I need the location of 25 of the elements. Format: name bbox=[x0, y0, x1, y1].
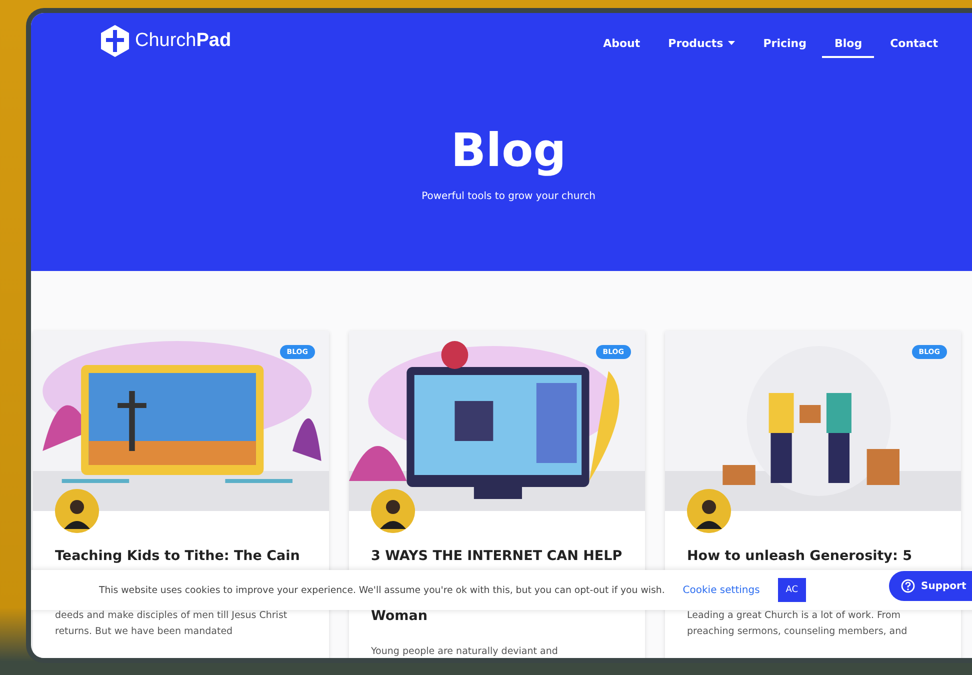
page-subtitle: Powerful tools to grow your church bbox=[420, 191, 596, 202]
nav-link[interactable]: Contact bbox=[878, 30, 950, 58]
post-excerpt: Young people are naturally deviant and bbox=[371, 645, 559, 658]
brand-name[interactable]: ChurchPad bbox=[135, 30, 232, 52]
nav-link[interactable]: Blog bbox=[822, 30, 874, 58]
accept-button[interactable]: AC bbox=[778, 578, 806, 602]
avatar-icon bbox=[687, 489, 731, 533]
post-title[interactable]: Teaching Kids to Tithe: The Cain bbox=[55, 548, 311, 564]
post-title[interactable]: How to unleash Generosity: 5 bbox=[687, 548, 943, 564]
nav-link[interactable]: Products bbox=[656, 30, 748, 58]
post-excerpt: returns. But we have been mandated bbox=[55, 625, 234, 639]
post-title[interactable]: 3 WAYS THE INTERNET CAN HELP bbox=[371, 548, 627, 564]
avatar-icon bbox=[371, 489, 415, 533]
page-title: Blog bbox=[450, 123, 568, 177]
cookie-settings-link[interactable]: Cookie settings bbox=[682, 584, 760, 596]
logo-icon bbox=[99, 24, 131, 58]
post-excerpt: deeds and make disciples of men till Jesus Christ bbox=[55, 609, 288, 623]
help-icon bbox=[901, 579, 915, 593]
post-title[interactable]: Woman bbox=[371, 608, 627, 624]
post-excerpt: Leading a great Church is a lot of work. From bbox=[687, 609, 902, 623]
avatar-icon bbox=[55, 489, 99, 533]
support-button[interactable]: Support bbox=[889, 571, 972, 601]
post-excerpt: preaching sermons, counseling members, and bbox=[687, 625, 908, 639]
nav-link[interactable]: Pricing bbox=[751, 30, 818, 58]
nav-link[interactable]: About bbox=[591, 30, 652, 58]
